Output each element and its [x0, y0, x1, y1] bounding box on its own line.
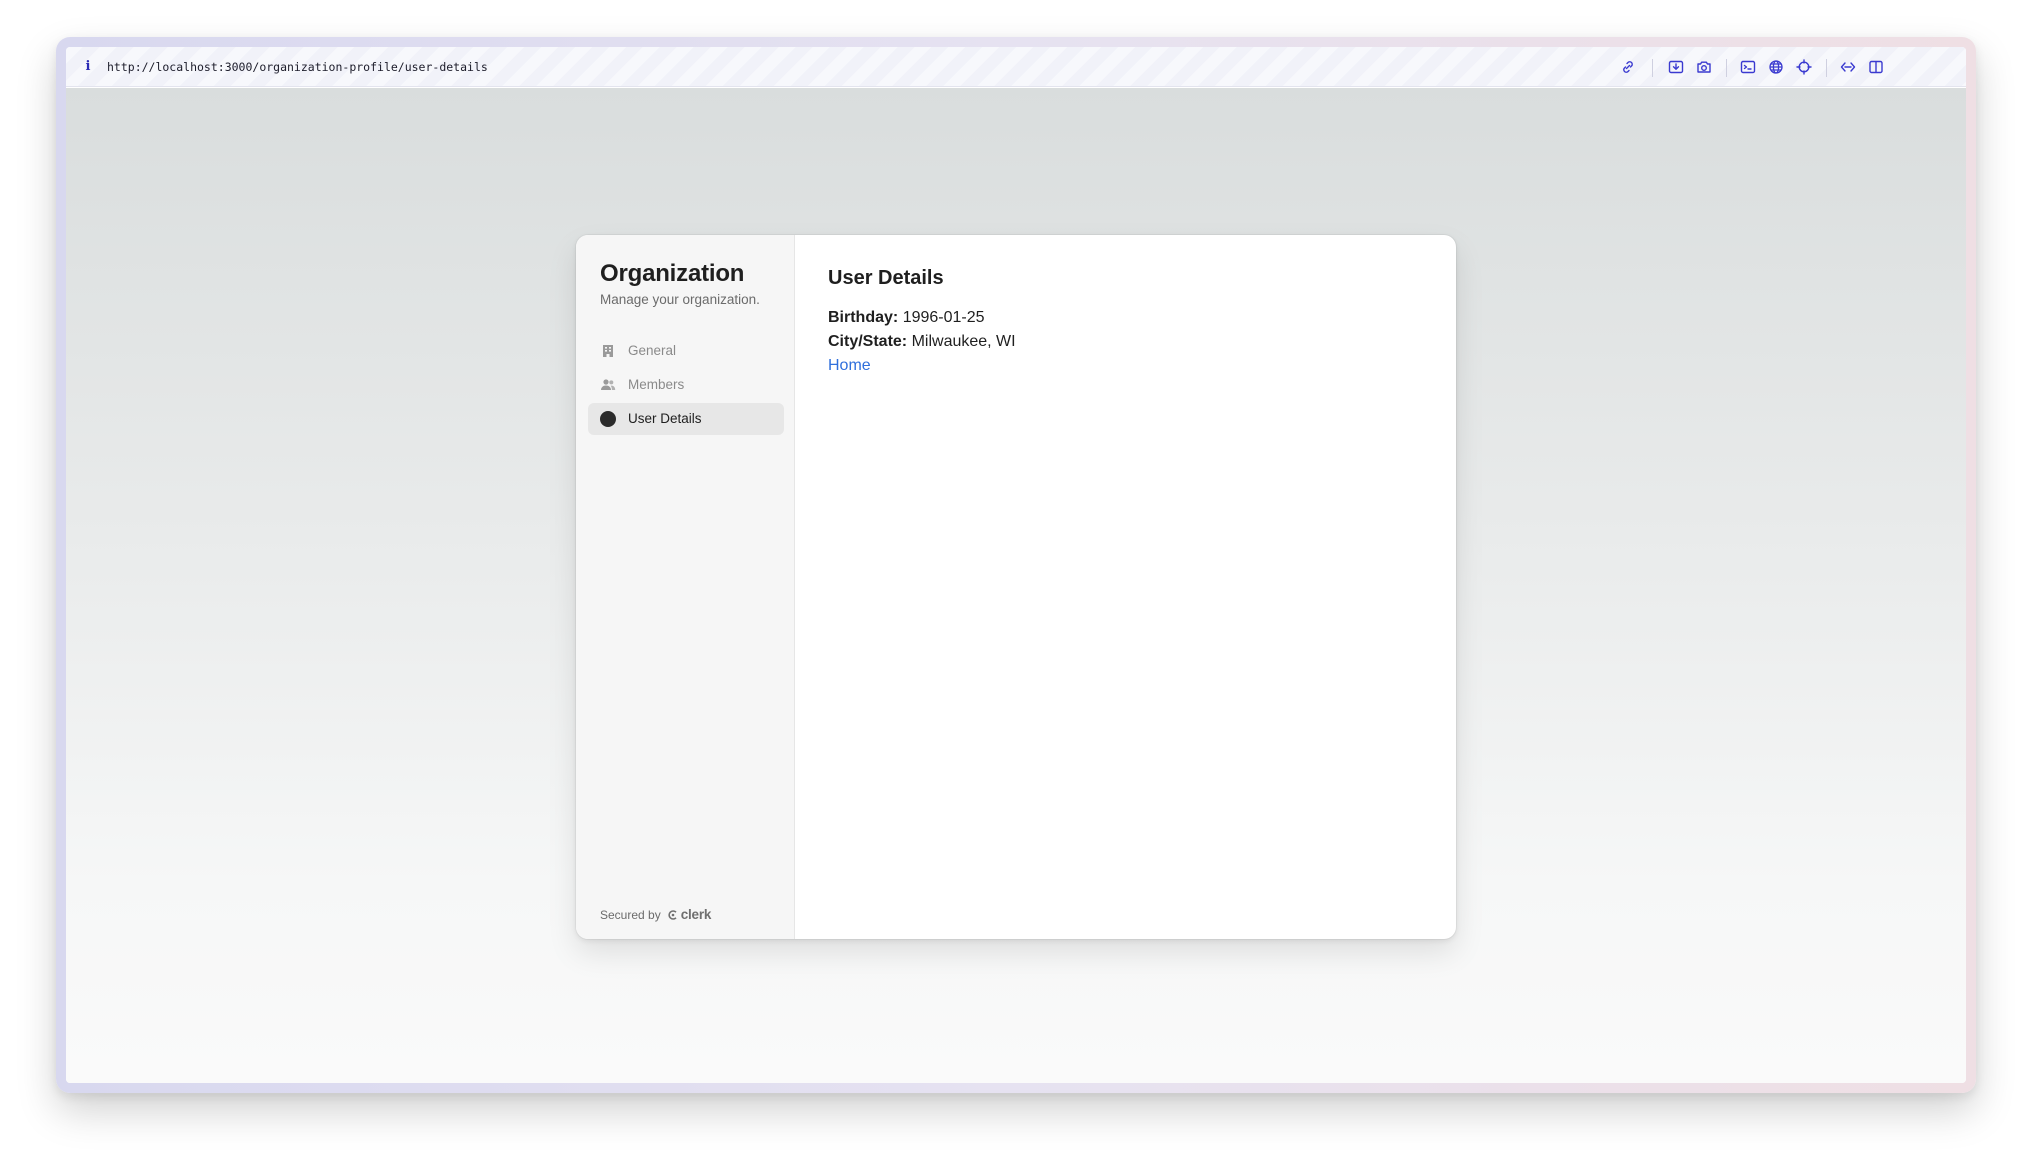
city-state-row: City/State: Milwaukee, WI — [828, 331, 1016, 353]
home-link[interactable]: Home — [828, 355, 871, 377]
sidebar-title: Organization — [600, 260, 745, 287]
code-icon[interactable] — [1838, 57, 1858, 77]
toolbar-separator — [1726, 59, 1727, 77]
sidebar-item-label: General — [628, 343, 677, 358]
download-icon[interactable] — [1666, 57, 1686, 77]
page-viewport: Organization Manage your organization. G… — [66, 88, 1966, 1083]
browser-window: i http://localhost:3000/organization-pro… — [66, 47, 1966, 1083]
users-icon — [600, 377, 616, 393]
sidebar: Organization Manage your organization. G… — [576, 235, 795, 939]
url-text[interactable]: http://localhost:3000/organization-profi… — [107, 58, 488, 76]
birthday-label: Birthday: — [828, 309, 899, 326]
clerk-logo[interactable]: clerk — [667, 907, 712, 923]
sidebar-item-label: Members — [628, 377, 685, 392]
page-title: User Details — [828, 267, 944, 289]
sidebar-item-general[interactable]: General — [588, 335, 784, 367]
camera-icon[interactable] — [1694, 57, 1714, 77]
dot-icon — [600, 411, 616, 427]
main-content: User Details Birthday: 1996-01-25 City/S… — [796, 235, 1456, 939]
city-state-value: Milwaukee, WI — [911, 333, 1016, 350]
info-icon[interactable]: i — [80, 57, 96, 77]
sidebar-item-members[interactable]: Members — [588, 369, 784, 401]
birthday-row: Birthday: 1996-01-25 — [828, 307, 985, 329]
toolbar-separator — [1826, 59, 1827, 77]
sidebar-subtitle: Manage your organization. — [600, 292, 760, 307]
birthday-value: 1996-01-25 — [902, 309, 985, 326]
secured-by-footer: Secured by clerk — [600, 907, 711, 923]
globe-icon[interactable] — [1766, 57, 1786, 77]
toolbar-separator — [1652, 59, 1653, 77]
terminal-icon[interactable] — [1738, 57, 1758, 77]
browser-frame: i http://localhost:3000/organization-pro… — [56, 37, 1976, 1093]
building-icon — [600, 343, 616, 359]
organization-profile-card: Organization Manage your organization. G… — [576, 235, 1456, 939]
clerk-brand: clerk — [680, 907, 712, 922]
address-bar: i http://localhost:3000/organization-pro… — [66, 47, 1966, 87]
link-icon[interactable] — [1618, 57, 1638, 77]
clerk-icon — [668, 910, 677, 920]
sidebar-item-label: User Details — [628, 411, 702, 426]
secured-by-text: Secured by — [600, 908, 661, 922]
crosshair-icon[interactable] — [1794, 57, 1814, 77]
city-state-label: City/State: — [828, 333, 908, 350]
split-view-icon[interactable] — [1866, 57, 1886, 77]
sidebar-item-user-details[interactable]: User Details — [588, 403, 784, 435]
